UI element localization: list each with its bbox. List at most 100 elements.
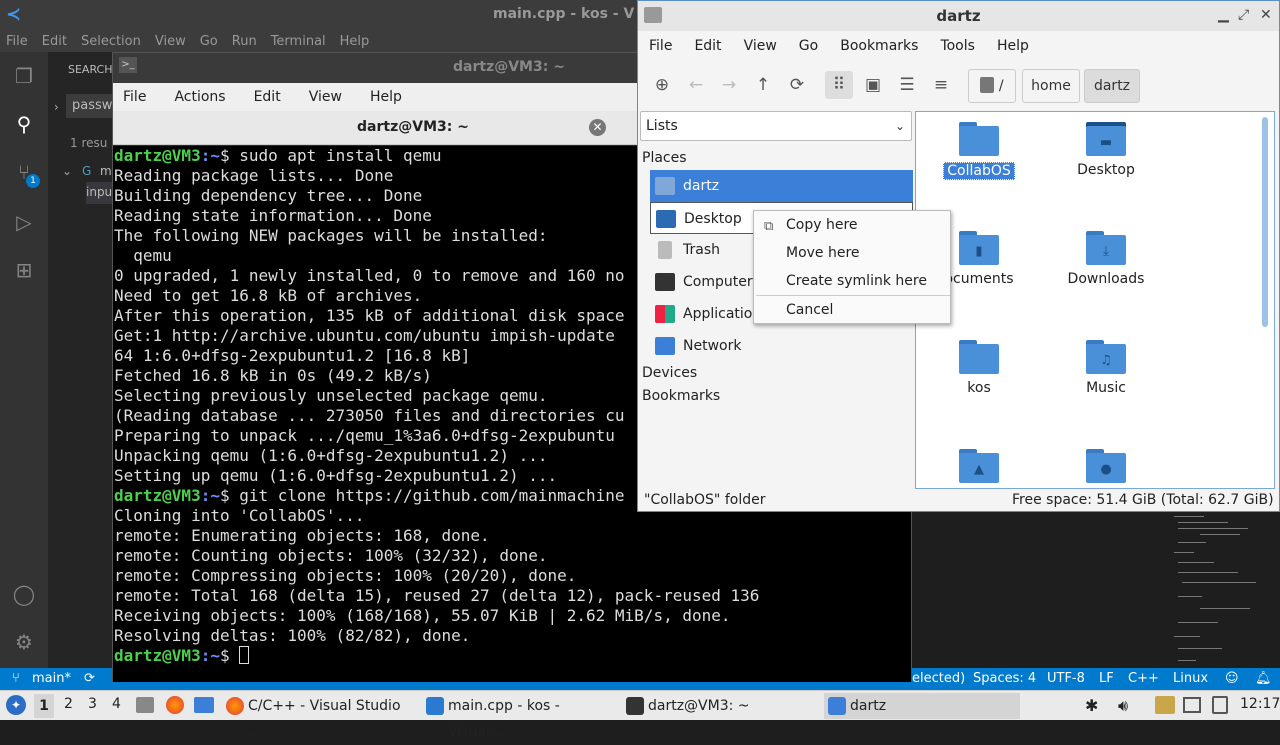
close-tab-icon[interactable]: ✕ <box>589 119 606 136</box>
search-icon[interactable]: ⚲ <box>12 112 36 136</box>
file-view[interactable]: CollabOS ▬ Desktop ▮ ocuments ⤓ Download… <box>915 111 1275 489</box>
chevron-down-icon[interactable]: ⌄ <box>62 164 72 178</box>
vscode-menu-help[interactable]: Help <box>340 34 370 49</box>
new-tab-icon[interactable]: ⊕ <box>648 71 676 99</box>
status-eol[interactable]: LF <box>1099 671 1114 686</box>
clock[interactable]: 12:17 <box>1240 696 1280 712</box>
extensions-icon[interactable]: ⊞ <box>12 258 36 282</box>
vscode-menu-view[interactable]: View <box>155 34 186 49</box>
fm-menu-bookmarks[interactable]: Bookmarks <box>840 38 918 54</box>
terminal-menu-view[interactable]: View <box>309 89 342 105</box>
bluetooth-icon[interactable]: ✱ <box>1085 696 1098 715</box>
volume-icon[interactable]: 🔊︎ <box>1118 696 1128 716</box>
vscode-icon <box>426 697 444 715</box>
feedback-icon[interactable]: ☺ <box>1225 671 1239 686</box>
workspace-1[interactable]: 1 <box>34 694 54 718</box>
git-branch-icon[interactable]: ⑂ <box>12 671 20 686</box>
file-manager-titlebar[interactable]: dartz ▁ ⤢ ✕ <box>638 1 1279 31</box>
task-terminal[interactable]: dartz@VM3: ~ <box>622 693 818 719</box>
reload-icon[interactable]: ⟳ <box>783 71 811 99</box>
file-item-music[interactable]: ♫ Music <box>1051 338 1161 396</box>
explorer-icon[interactable]: ❐ <box>12 64 36 88</box>
git-branch[interactable]: main* <box>32 671 71 686</box>
vscode-menu-selection[interactable]: Selection <box>81 34 141 49</box>
prompt-line-3: dartz@VM3:~$ <box>114 646 911 666</box>
fm-menu-go[interactable]: Go <box>799 38 818 54</box>
start-menu-icon[interactable]: ✦ <box>6 695 26 715</box>
place-dartz[interactable]: dartz <box>650 170 913 202</box>
compact-view-icon[interactable]: ☰ <box>893 71 921 99</box>
show-desktop-icon[interactable] <box>136 697 154 713</box>
file-item-kos[interactable]: kos <box>924 338 1034 396</box>
place-network[interactable]: Network <box>650 330 913 362</box>
path-current-button[interactable]: dartz <box>1084 69 1140 103</box>
battery-icon[interactable] <box>1212 696 1228 714</box>
status-spaces[interactable]: Spaces: 4 <box>973 671 1036 686</box>
result-file-name[interactable]: m <box>100 164 112 178</box>
file-item-pictures[interactable]: ▲ <box>924 447 1034 483</box>
forward-arrow-icon[interactable]: → <box>715 71 743 99</box>
detailed-list-icon[interactable]: ≡ <box>927 71 955 99</box>
fm-menu-file[interactable]: File <box>649 38 672 54</box>
file-item-desktop[interactable]: ▬ Desktop <box>1051 120 1161 178</box>
task-file-manager[interactable]: dartz <box>824 693 1020 719</box>
vscode-menubar: File Edit Selection View Go Run Terminal… <box>0 30 640 52</box>
minimize-icon[interactable]: ▁ <box>1218 7 1229 23</box>
places-header[interactable]: Places <box>642 150 687 166</box>
back-arrow-icon[interactable]: ← <box>682 71 710 99</box>
task-firefox[interactable]: C/C++ - Visual Studio ... <box>222 693 418 740</box>
terminal-output-line: remote: Enumerating objects: 168, done. <box>114 526 490 545</box>
file-item-downloads[interactable]: ⤓ Downloads <box>1051 229 1161 287</box>
maximize-icon[interactable]: ⤢ <box>1238 7 1249 23</box>
path-home-button[interactable]: home <box>1022 69 1080 103</box>
task-vscode[interactable]: main.cpp - kos - Visual... <box>422 693 618 740</box>
fm-menu-view[interactable]: View <box>744 38 777 54</box>
vscode-menu-go[interactable]: Go <box>200 34 218 49</box>
side-pane-mode-select[interactable]: Lists ⌄ <box>640 111 912 141</box>
workspace-4[interactable]: 4 <box>112 696 121 712</box>
display-icon[interactable] <box>1183 697 1201 713</box>
terminal-menu-file[interactable]: File <box>123 89 146 105</box>
menu-item-create-symlink[interactable]: Create symlink here <box>786 273 927 289</box>
close-window-icon[interactable]: ✕ <box>1260 7 1272 23</box>
status-selection-text: "CollabOS" folder <box>644 492 766 508</box>
menu-item-copy-here[interactable]: Copy here <box>786 217 858 233</box>
thumbnail-view-icon[interactable]: ▣ <box>859 71 887 99</box>
file-manager-launcher-icon[interactable] <box>194 697 214 713</box>
icon-view-icon[interactable]: ⠿ <box>825 71 853 99</box>
status-encoding[interactable]: UTF-8 <box>1047 671 1085 686</box>
status-language[interactable]: C++ <box>1128 671 1159 686</box>
notifications-bell-icon[interactable]: 🔔︎ <box>1255 671 1272 686</box>
sync-icon[interactable]: ⟳ <box>84 671 95 686</box>
path-root-button[interactable]: / <box>968 69 1016 103</box>
run-debug-icon[interactable]: ▷ <box>12 210 36 234</box>
terminal-menu-actions[interactable]: Actions <box>174 89 225 105</box>
vscode-menu-edit[interactable]: Edit <box>42 34 67 49</box>
fm-menu-help[interactable]: Help <box>997 38 1029 54</box>
workspace-3[interactable]: 3 <box>88 696 97 712</box>
bookmarks-header[interactable]: Bookmarks <box>642 388 720 404</box>
fm-menu-edit[interactable]: Edit <box>694 38 721 54</box>
clipboard-icon[interactable] <box>1155 696 1175 714</box>
settings-gear-icon[interactable]: ⚙ <box>12 630 36 654</box>
devices-header[interactable]: Devices <box>642 365 697 381</box>
terminal-menu-edit[interactable]: Edit <box>254 89 281 105</box>
vscode-menu-terminal[interactable]: Terminal <box>271 34 326 49</box>
firefox-launcher-icon[interactable] <box>166 696 184 714</box>
up-arrow-icon[interactable]: ↑ <box>749 71 777 99</box>
account-icon[interactable]: ◯ <box>12 582 36 606</box>
workspace-2[interactable]: 2 <box>64 696 73 712</box>
file-view-scrollbar[interactable] <box>1262 117 1268 327</box>
fm-menu-tools[interactable]: Tools <box>940 38 975 54</box>
chevron-right-icon[interactable]: › <box>54 100 59 114</box>
terminal-output-line: remote: Total 168 (delta 15), reused 27 … <box>114 586 760 605</box>
file-item-public[interactable]: ● <box>1051 447 1161 483</box>
file-item-collabos[interactable]: CollabOS <box>924 120 1034 180</box>
menu-item-cancel[interactable]: Cancel <box>786 302 833 318</box>
menu-item-move-here[interactable]: Move here <box>786 245 860 261</box>
vscode-menu-run[interactable]: Run <box>232 34 257 49</box>
terminal-menu-help[interactable]: Help <box>370 89 402 105</box>
status-os[interactable]: Linux <box>1173 671 1208 686</box>
vscode-menu-file[interactable]: File <box>6 34 28 49</box>
status-selection[interactable]: elected) <box>912 671 965 686</box>
